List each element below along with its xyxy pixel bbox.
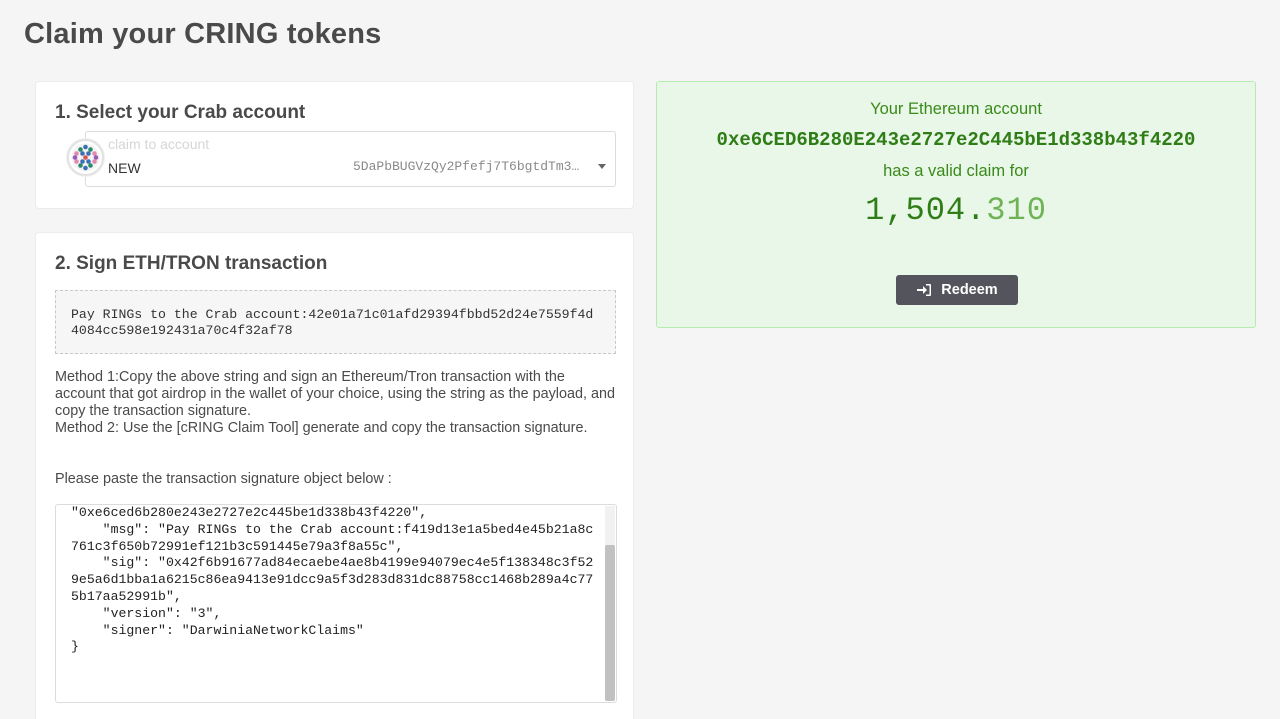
- claim-address: 0xe6CED6B280E243e2727e2C445bE1d338b43f42…: [716, 129, 1196, 151]
- sign-transaction-card: 2. Sign ETH/TRON transaction Pay RINGs t…: [35, 232, 634, 719]
- sign-transaction-title: 2. Sign ETH/TRON transaction: [55, 253, 328, 274]
- scrollbar-thumb[interactable]: [605, 545, 615, 701]
- claim-valid-label: has a valid claim for: [883, 162, 1029, 180]
- select-account-title: 1. Select your Crab account: [55, 102, 306, 123]
- instructions: Method 1:Copy the above string and sign …: [55, 369, 615, 437]
- sign-in-icon: [917, 284, 932, 296]
- caret-down-icon[interactable]: [598, 164, 606, 169]
- signature-text: "0xe6ced6b280e243e2727e2c445be1d338b43f4…: [71, 505, 594, 655]
- claim-panel: Your Ethereum account 0xe6CED6B280E243e2…: [656, 81, 1256, 328]
- identicon-avatar: [67, 139, 104, 176]
- payload-string[interactable]: Pay RINGs to the Crab account:42e01a71c0…: [55, 290, 616, 354]
- paste-label: Please paste the transaction signature o…: [55, 471, 392, 487]
- account-dropdown[interactable]: claim to account NEW 5DaPbBUGVzQy2Pfefj7…: [85, 131, 616, 187]
- claim-amount-fraction: 310: [986, 192, 1047, 229]
- account-placeholder: claim to account: [108, 136, 210, 152]
- account-address: 5DaPbBUGVzQy2Pfefj7T6bgtdTm3QL5MoQBB6FvK…: [353, 159, 583, 174]
- account-name: NEW: [108, 160, 141, 176]
- claim-amount-integer: 1,504.: [865, 192, 987, 229]
- redeem-label: Redeem: [941, 282, 998, 298]
- redeem-button[interactable]: Redeem: [896, 275, 1018, 305]
- method-2-text: Method 2: Use the [cRING Claim Tool] gen…: [55, 420, 588, 436]
- claim-amount: 1,504.310: [657, 192, 1255, 229]
- page-title: Claim your CRING tokens: [24, 18, 382, 50]
- select-account-card: 1. Select your Crab account claim to acc…: [35, 81, 634, 209]
- signature-textarea[interactable]: "0xe6ced6b280e243e2727e2c445be1d338b43f4…: [55, 504, 617, 703]
- method-1-text: Method 1:Copy the above string and sign …: [55, 369, 615, 419]
- claim-account-label: Your Ethereum account: [870, 100, 1042, 118]
- identicon-icon: [71, 143, 100, 172]
